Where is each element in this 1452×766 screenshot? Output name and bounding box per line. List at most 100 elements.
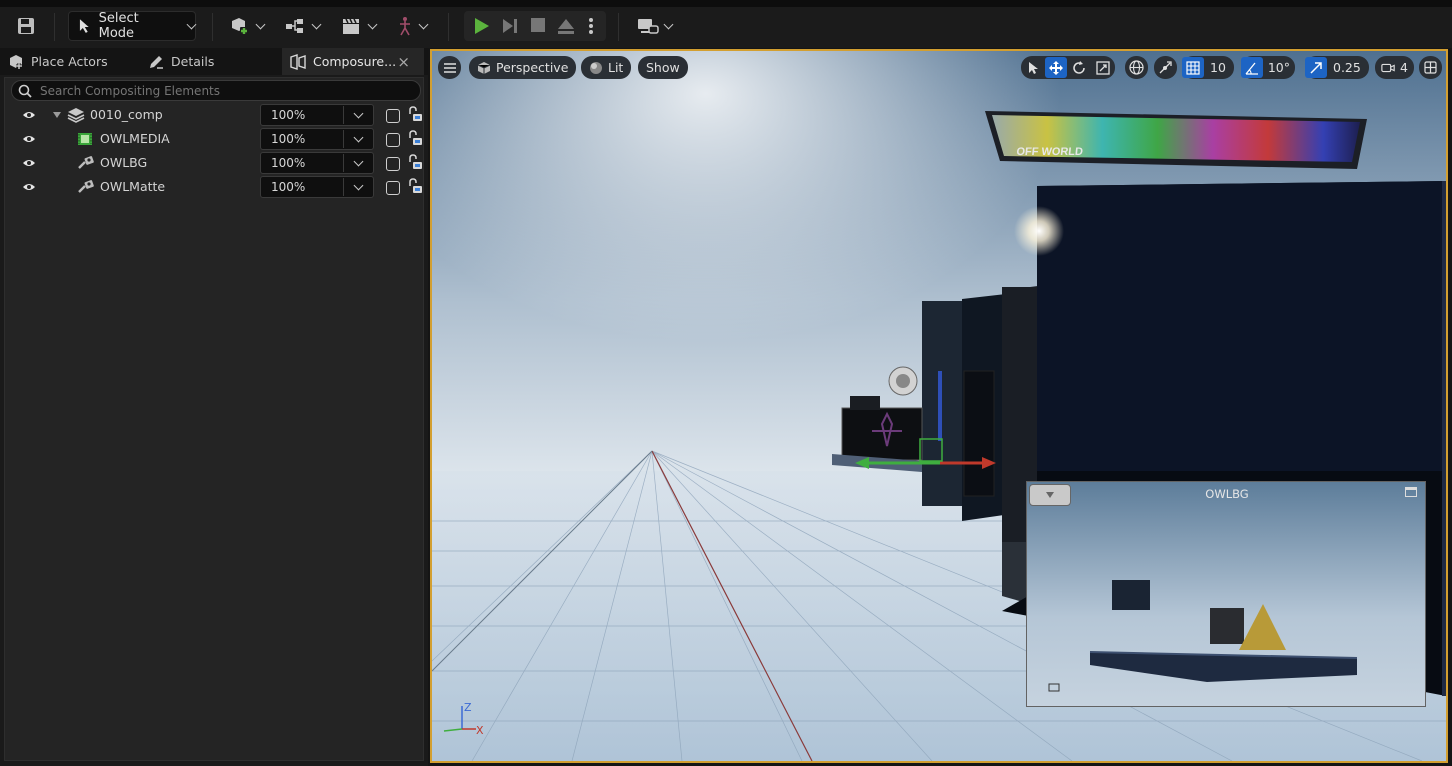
blueprint-button[interactable] [282, 11, 322, 41]
element-row[interactable]: 0010_comp 100% [5, 103, 423, 127]
media-plate-icon [78, 133, 92, 145]
tab-place-actors[interactable]: Place Actors [0, 48, 140, 75]
enable-checkbox[interactable] [386, 133, 400, 147]
grid-icon [1186, 60, 1200, 75]
rotate-tool-button[interactable] [1067, 56, 1091, 79]
lock-icon[interactable] [407, 106, 423, 122]
grid-snap-group: 10 [1182, 56, 1234, 79]
layout-grid-icon [1424, 61, 1437, 74]
play-options-button[interactable] [588, 17, 594, 38]
show-button[interactable]: Show [638, 56, 688, 79]
cursor-icon [1028, 61, 1038, 74]
element-name: OWLBG [100, 155, 148, 170]
select-mode-dropdown[interactable]: Select Mode [68, 11, 197, 41]
opacity-dropdown[interactable] [344, 180, 373, 190]
tab-composure[interactable]: Composure... × [282, 48, 424, 75]
lock-icon[interactable] [407, 154, 423, 170]
opacity-value[interactable]: 100% [269, 130, 345, 148]
opacity-field[interactable]: 100% [260, 128, 374, 150]
coordinate-system-button[interactable] [1125, 56, 1148, 79]
eye-icon[interactable] [22, 180, 36, 194]
scale-arrow-icon [1310, 61, 1322, 74]
opacity-value[interactable]: 100% [269, 178, 345, 196]
camera-body [850, 396, 880, 410]
pip-cube-floating [1112, 580, 1150, 610]
blueprint-icon [285, 19, 303, 33]
expand-arrow-icon[interactable] [52, 111, 62, 119]
eject-button[interactable] [557, 17, 575, 38]
pip-maximize-button[interactable] [1405, 487, 1417, 497]
scale-snap-toggle[interactable] [1305, 57, 1327, 78]
axis-z-label: Z [464, 701, 472, 714]
element-name: 0010_comp [90, 107, 163, 122]
grid-snap-value[interactable]: 10 [1204, 60, 1232, 75]
add-content-button[interactable] [226, 11, 266, 41]
level-viewport[interactable]: OFF WORLD Z X Perspective Lit Show 10 10… [430, 49, 1448, 763]
tab-details[interactable]: Details [140, 48, 282, 75]
rotation-snap-value[interactable]: 10° [1263, 60, 1295, 75]
chevron-down-icon [663, 19, 673, 29]
play-icon [475, 18, 489, 34]
opacity-dropdown[interactable] [344, 156, 373, 166]
search-icon [18, 84, 32, 98]
perspective-button[interactable]: Perspective [469, 56, 577, 79]
cube-icon [477, 61, 491, 74]
enable-checkbox[interactable] [386, 181, 400, 195]
eye-icon[interactable] [22, 108, 36, 122]
lock-icon[interactable] [407, 178, 423, 194]
search-input[interactable] [40, 83, 410, 98]
opacity-field[interactable]: 100% [260, 152, 374, 174]
globe-icon [1129, 60, 1144, 75]
platforms-button[interactable] [634, 11, 674, 41]
lit-button[interactable]: Lit [581, 56, 632, 79]
grid-snap-toggle[interactable] [1182, 57, 1204, 78]
chevron-down-icon [418, 19, 428, 29]
opacity-value[interactable]: 100% [269, 106, 345, 124]
chevron-down-icon [353, 156, 364, 166]
pip-title: OWLBG [1205, 487, 1249, 501]
surface-snap-button[interactable] [1154, 56, 1177, 79]
search-bar[interactable] [11, 80, 421, 101]
cg-layer-icon [78, 180, 94, 193]
play-button[interactable] [472, 17, 490, 38]
layout-button[interactable] [1419, 56, 1442, 79]
viewport-options-button[interactable] [438, 56, 461, 79]
advance-frame-button[interactable] [501, 17, 519, 38]
cinematics-button[interactable] [338, 11, 378, 41]
rotation-snap-toggle[interactable] [1241, 57, 1263, 78]
eye-icon[interactable] [22, 132, 36, 146]
element-row[interactable]: OWLBG 100% [5, 151, 423, 175]
pip-cube [1210, 608, 1244, 644]
enable-checkbox[interactable] [386, 109, 400, 123]
element-row[interactable]: OWLMatte 100% [5, 175, 423, 199]
save-button[interactable] [12, 11, 40, 41]
opacity-dropdown[interactable] [344, 132, 373, 142]
element-row[interactable]: OWLMEDIA 100% [5, 127, 423, 151]
save-icon [18, 18, 34, 34]
pip-preview[interactable]: OWLBG [1026, 481, 1426, 707]
stop-button[interactable] [530, 17, 546, 36]
camera-frame[interactable] [841, 407, 923, 461]
close-tab-button[interactable]: × [397, 53, 410, 71]
eye-icon[interactable] [22, 156, 36, 170]
opacity-field[interactable]: 100% [260, 176, 374, 198]
transform-tools [1021, 56, 1115, 79]
opacity-value[interactable]: 100% [269, 154, 345, 172]
chevron-down-icon [311, 19, 321, 29]
chevron-down-icon [353, 180, 364, 190]
opacity-dropdown[interactable] [344, 108, 373, 118]
select-tool-button[interactable] [1021, 56, 1045, 79]
translate-tool-button[interactable] [1045, 57, 1067, 78]
camera-speed-button[interactable]: 4 [1375, 56, 1414, 79]
composure-icon [290, 53, 306, 70]
surface-snap-icon [1159, 61, 1172, 74]
enable-checkbox[interactable] [386, 157, 400, 171]
modes-button[interactable] [392, 11, 432, 41]
opacity-field[interactable]: 100% [260, 104, 374, 126]
scale-snap-value[interactable]: 0.25 [1327, 60, 1367, 75]
rotate-icon [1073, 60, 1085, 74]
lock-icon[interactable] [407, 130, 423, 146]
scale-tool-button[interactable] [1091, 56, 1115, 79]
big-building-facade [1037, 181, 1446, 471]
tab-label: Details [171, 54, 215, 69]
